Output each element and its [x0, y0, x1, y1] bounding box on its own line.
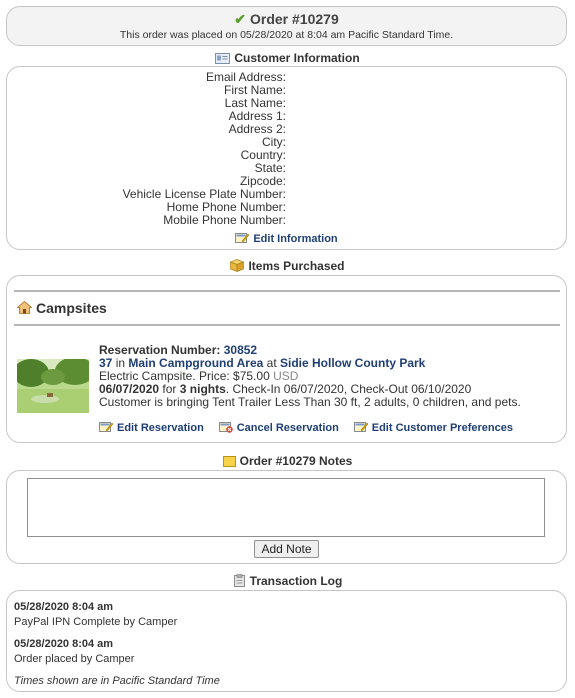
customer-fields: Email Address: First Name: Last Name: Addre… — [7, 71, 286, 227]
currency: USD — [273, 369, 299, 383]
transaction-log-box: 05/28/2020 8:04 am PayPal IPN Complete b… — [6, 590, 567, 692]
divider — [14, 290, 560, 292]
transaction-log-heading: Transaction Log — [0, 574, 575, 590]
reservation-number: 30852 — [223, 343, 258, 357]
edit-information-link-wrap: Edit Information — [7, 229, 566, 249]
edit-icon — [235, 231, 250, 249]
note-icon — [222, 456, 236, 470]
customer-field-label: Country: — [240, 148, 286, 162]
checkmark-icon: ✔ — [234, 11, 246, 27]
house-icon — [16, 300, 33, 317]
log-entry-text: Order placed by Camper — [14, 653, 135, 665]
edit-icon — [99, 420, 114, 438]
package-icon — [229, 259, 245, 275]
clipboard-icon — [233, 574, 246, 590]
customer-info-heading: Customer Information — [0, 51, 575, 67]
items-purchased-box: Campsites Reservation Number: 30852 37 i… — [6, 275, 567, 443]
order-notes-box: Add Note — [6, 470, 567, 564]
order-title: ✔ Order #10279 — [234, 11, 339, 27]
order-header-box: ✔ Order #10279 This order was placed on 0… — [6, 6, 567, 46]
log-footer: Times shown are in Pacific Standard Time — [14, 675, 220, 687]
notes-textarea[interactable] — [27, 478, 545, 537]
site-number-link[interactable]: 37 — [99, 356, 112, 370]
campground-area-link[interactable]: Main Campground Area — [128, 356, 263, 370]
log-entry-time: 05/28/2020 8:04 am — [14, 601, 114, 613]
edit-customer-preferences-link[interactable]: Edit Customer Preferences — [372, 422, 513, 434]
customer-field-label: Address 2: — [228, 122, 286, 136]
log-entry-time: 05/28/2020 8:04 am — [14, 638, 114, 650]
add-note-button[interactable]: Add Note — [254, 540, 319, 558]
customer-field-label: Mobile Phone Number: — [163, 213, 286, 227]
party-line: Customer is bringing Tent Trailer Less T… — [99, 395, 521, 409]
cancel-icon — [218, 420, 233, 438]
customer-info-box: Email Address: First Name: Last Name: Addre… — [6, 66, 567, 250]
order-notes-heading: Order #10279 Notes — [0, 454, 575, 470]
edit-information-link[interactable]: Edit Information — [253, 233, 337, 245]
cancel-reservation-link[interactable]: Cancel Reservation — [237, 422, 339, 434]
items-purchased-heading: Items Purchased — [0, 259, 575, 275]
divider — [14, 324, 560, 326]
park-link[interactable]: Sidie Hollow County Park — [280, 356, 425, 370]
reservation-actions: Edit Reservation Cancel Reservation Edit… — [99, 418, 513, 438]
log-entry-text: PayPal IPN Complete by Camper — [14, 616, 178, 628]
campsites-heading: Campsites — [16, 300, 107, 317]
order-placed-text: This order was placed on 05/28/2020 at 8… — [119, 29, 454, 41]
edit-reservation-link[interactable]: Edit Reservation — [117, 422, 204, 434]
edit-icon — [353, 420, 369, 438]
reservation-details: Reservation Number: 30852 37 in Main Cam… — [99, 344, 521, 409]
campsite-photo — [17, 359, 89, 413]
id-card-icon — [215, 53, 231, 67]
